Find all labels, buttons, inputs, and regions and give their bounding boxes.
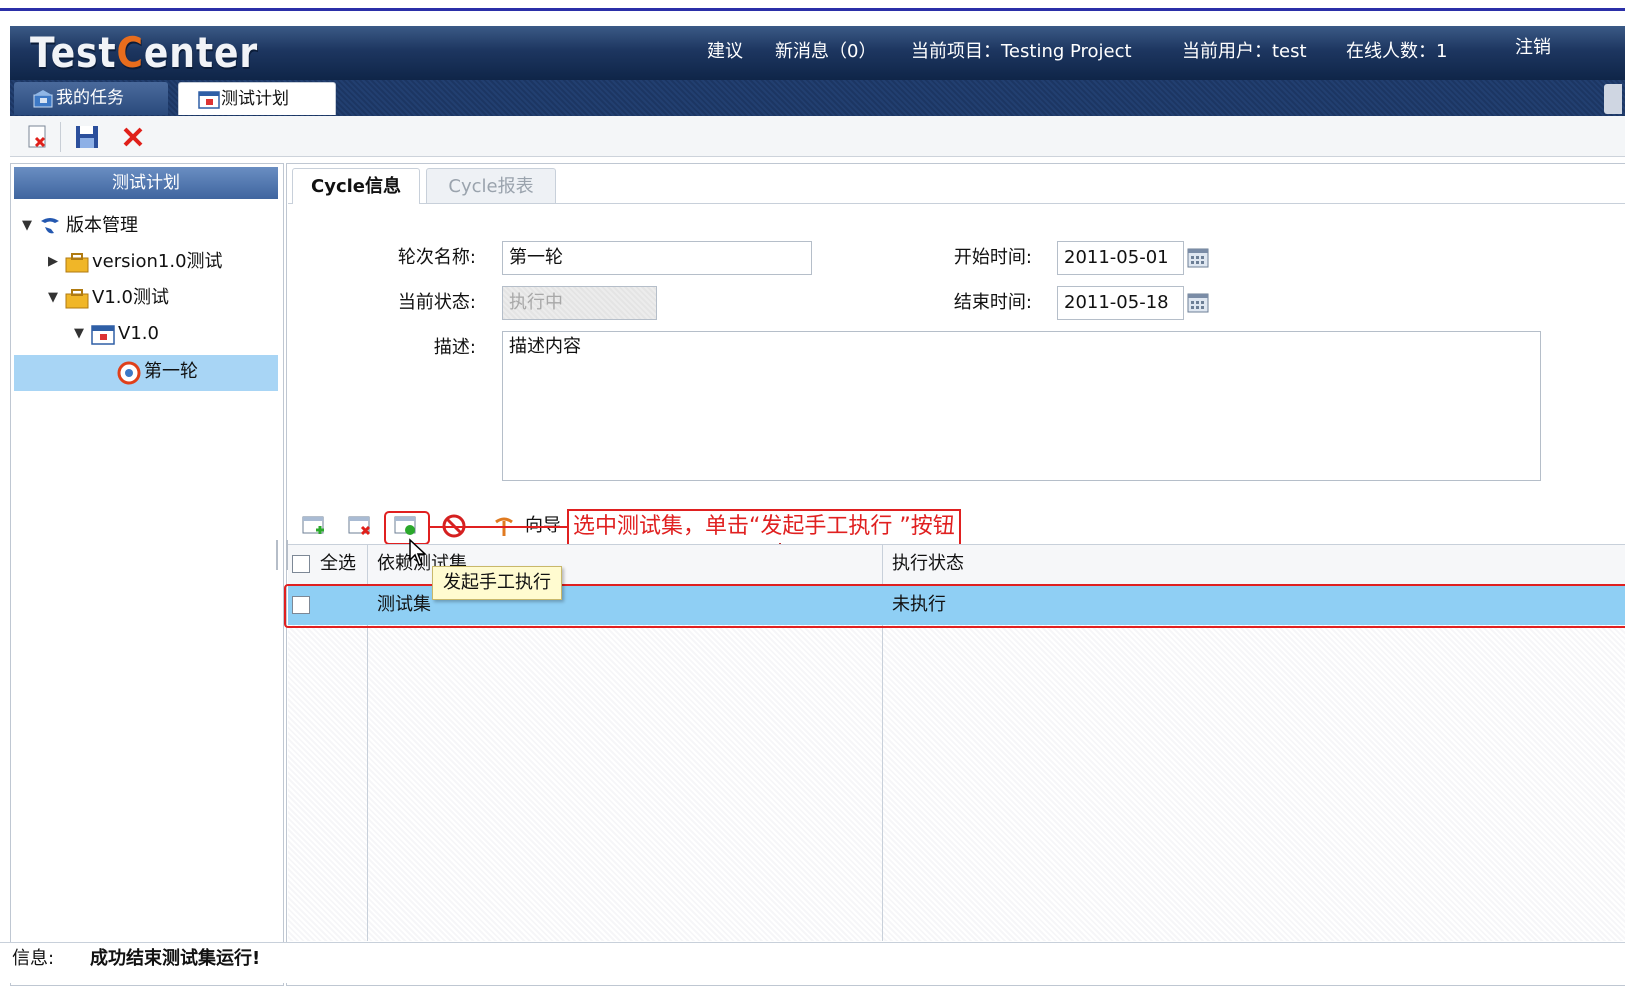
tab-cycle-report[interactable]: Cycle报表	[426, 168, 556, 203]
grid-body	[288, 585, 1625, 941]
expand-arrow-icon[interactable]: ▼	[22, 209, 32, 243]
add-icon[interactable]	[300, 512, 328, 540]
tab-my-tasks-label: 我的任务	[56, 88, 124, 108]
start-time-field[interactable]: 2011-05-01	[1057, 241, 1184, 275]
calendar-picker-icon[interactable]	[1187, 248, 1209, 268]
description-field[interactable]: 描述内容	[502, 331, 1541, 481]
app-logo: TestCenter	[30, 28, 259, 77]
splitter-handle[interactable]	[276, 540, 288, 570]
tree-node-label: V1.0测试	[92, 287, 169, 308]
status-message: 成功结束测试集运行!	[90, 948, 261, 969]
select-all-checkbox[interactable]	[292, 555, 310, 573]
tab-cycle-info[interactable]: Cycle信息	[292, 168, 420, 204]
tree-node-label: version1.0测试	[92, 251, 223, 272]
main-toolbar	[10, 116, 1625, 157]
version-logo-icon	[41, 218, 59, 234]
calendar-icon	[198, 91, 220, 109]
description-label: 描述:	[433, 337, 476, 358]
toolbar-separator	[60, 122, 61, 152]
current-user-label: 当前用户：test	[1182, 41, 1307, 62]
column-header-select-all: 全选	[320, 553, 356, 574]
tab-test-plan-label: 测试计划	[221, 89, 289, 109]
tree-node-label: V1.0	[118, 323, 159, 344]
annotation-callout: 选中测试集，单击“发起手工执行 ”按钮	[567, 509, 961, 547]
online-count-label: 在线人数：1	[1346, 41, 1448, 62]
end-time-label: 结束时间:	[953, 292, 1032, 313]
cycle-icon	[117, 361, 141, 385]
collapse-arrow-icon[interactable]: ▶	[48, 245, 58, 279]
round-name-label: 轮次名称:	[397, 247, 476, 268]
tab-my-tasks[interactable]: 我的任务	[14, 82, 168, 115]
suggestion-link[interactable]: 建议	[707, 38, 743, 66]
tree-node-label: 版本管理	[66, 215, 138, 236]
tab-list-dropdown[interactable]	[1604, 84, 1622, 114]
round-name-field[interactable]: 第一轮	[502, 241, 812, 275]
folder-icon	[65, 289, 89, 309]
tree-node-label: 第一轮	[144, 361, 198, 382]
annotation-pointer-line	[430, 526, 567, 528]
start-time-label: 开始时间:	[953, 247, 1032, 268]
current-project-label: 当前项目：Testing Project	[911, 41, 1132, 62]
remove-icon[interactable]	[346, 512, 374, 540]
column-header-execution-status[interactable]: 执行状态	[892, 544, 964, 584]
calendar-picker-icon[interactable]	[1187, 293, 1209, 313]
status-label: 当前状态:	[397, 292, 476, 313]
status-field: 执行中	[502, 286, 657, 320]
save-icon[interactable]	[72, 122, 102, 152]
folder-icon	[65, 253, 89, 273]
end-time-field[interactable]: 2011-05-18	[1057, 286, 1184, 320]
expand-arrow-icon[interactable]: ▼	[74, 317, 84, 351]
tooltip: 发起手工执行	[432, 566, 562, 600]
calendar-icon	[91, 325, 115, 345]
close-icon[interactable]	[118, 122, 148, 152]
left-panel-title: 测试计划	[14, 167, 278, 199]
delete-doc-icon[interactable]	[24, 122, 54, 152]
top-border-line	[0, 8, 1625, 11]
messages-link[interactable]: 新消息（0）	[775, 38, 876, 66]
tasks-icon	[33, 90, 53, 108]
status-label: 信息:	[12, 948, 55, 969]
tab-test-plan[interactable]: 测试计划	[178, 82, 336, 115]
expand-arrow-icon[interactable]: ▼	[48, 281, 58, 315]
logout-link[interactable]: 注销	[1515, 34, 1551, 62]
mouse-cursor-icon	[409, 538, 427, 566]
